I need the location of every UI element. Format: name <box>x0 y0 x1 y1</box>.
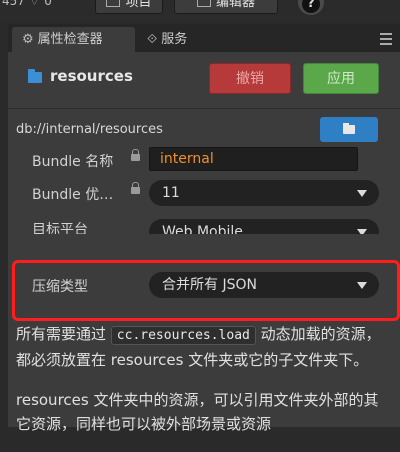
bundle-priority-row: Bundle 优… 11 <box>8 178 400 208</box>
wifi-icon: ⌔ <box>28 0 41 8</box>
tab-inspector[interactable]: ⚙ 属性检查器 <box>12 27 135 52</box>
description-text: 所有需要通过 <box>16 325 107 343</box>
target-platform-label: 目标平台 <box>32 222 88 234</box>
target-platform-select[interactable]: Web Mobile <box>149 219 379 234</box>
editor-icon <box>196 0 211 7</box>
asset-header: resources 撤销 应用 <box>8 52 400 106</box>
panel-menu-icon[interactable] <box>380 30 392 48</box>
revert-button[interactable]: 撤销 <box>209 63 291 94</box>
bundle-name-label: Bundle 名称 <box>32 154 114 170</box>
bundle-priority-select[interactable]: 11 <box>149 180 379 206</box>
tab-services[interactable]: ⟐ 服务 <box>147 27 187 52</box>
lock-icon <box>131 149 140 161</box>
stats-readout: 457 ⌔ 0 <box>2 0 52 9</box>
inspector-panel: ⚙ 属性检查器 ⟐ 服务 resources 撤销 应用 db://internal… <box>8 24 400 433</box>
stats-right: 0 <box>44 0 52 8</box>
bundle-name-row: Bundle 名称 internal <box>8 145 400 175</box>
tab-inspector-label: 属性检查器 <box>37 32 103 47</box>
inspector-content: resources 撤销 应用 db://internal/resources … <box>8 52 400 433</box>
description-paragraph: resources 文件夹中的资源，可以引用文件夹外部的其它资源，同样也可以被外… <box>16 391 379 433</box>
gear-icon: ⚙ <box>22 32 34 47</box>
asset-path: db://internal/resources <box>16 122 163 137</box>
editor-button-label: 编辑器 <box>215 0 255 10</box>
lock-icon <box>131 182 140 194</box>
stats-left: 457 <box>2 0 25 8</box>
chevron-down-icon <box>357 229 367 234</box>
bundle-priority-label: Bundle 优… <box>32 187 114 203</box>
link-icon: ⟐ <box>147 32 158 47</box>
code-snippet: cc.resources.load <box>110 326 256 345</box>
chevron-down-icon <box>357 190 367 197</box>
panel-tabs: ⚙ 属性检查器 ⟐ 服务 <box>8 24 400 52</box>
project-button-label: 项目 <box>125 0 152 10</box>
help-button[interactable]: ? <box>298 0 324 15</box>
description: 所有需要通过 cc.resources.load 动态加载的资源，都必须放置在 … <box>16 322 388 452</box>
description-paragraph: 所有需要通过 cc.resources.load 动态加载的资源，都必须放置在 … <box>16 322 388 372</box>
help-icon: ? <box>302 0 320 13</box>
target-platform-row: 目标平台 Web Mobile <box>8 212 400 234</box>
bundle-name-field[interactable]: internal <box>149 147 358 171</box>
tab-services-label: 服务 <box>161 32 188 47</box>
highlight-box <box>12 260 400 321</box>
open-folder-button[interactable] <box>320 117 378 142</box>
open-folder-icon <box>343 123 355 134</box>
target-platform-value: Web Mobile <box>162 224 243 234</box>
project-icon <box>106 0 121 7</box>
divider <box>8 108 400 109</box>
editor-button[interactable]: 编辑器 <box>174 0 278 14</box>
bundle-priority-value: 11 <box>162 185 180 201</box>
top-toolbar: 457 ⌔ 0 项目 编辑器 ? <box>0 0 400 22</box>
asset-title: resources <box>50 67 133 85</box>
project-button[interactable]: 项目 <box>95 0 163 14</box>
folder-icon <box>28 69 42 83</box>
apply-button[interactable]: 应用 <box>303 63 379 94</box>
